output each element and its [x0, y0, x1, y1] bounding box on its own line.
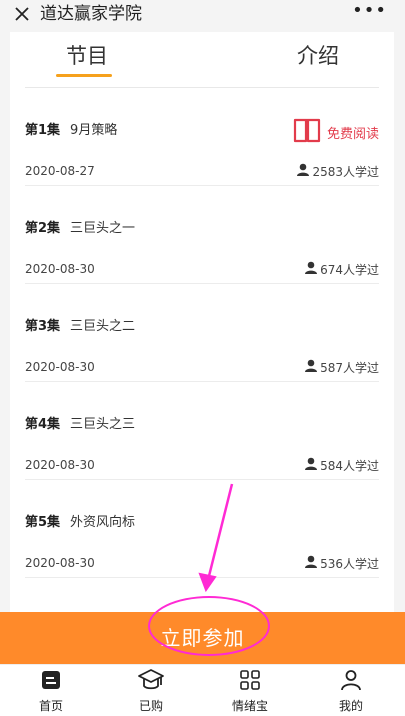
- app-title: 道达赢家学院: [40, 4, 142, 24]
- episode-title: 第2集 三巨头之一: [25, 220, 135, 238]
- episode-title: 第5集 外资风向标: [25, 514, 135, 532]
- person-icon: [304, 555, 320, 572]
- episode-date: 2020-08-30: [25, 556, 95, 570]
- episode-title: 第1集 9月策略: [25, 122, 117, 140]
- episode-date: 2020-08-27: [25, 164, 95, 178]
- nav-purchased[interactable]: 已购: [116, 669, 186, 714]
- nav-mine-label: 我的: [338, 699, 363, 713]
- nav-home[interactable]: 首页: [16, 669, 86, 714]
- episode-number: 第3集: [25, 319, 61, 334]
- book-icon: [293, 117, 327, 147]
- episode-row-2[interactable]: 第2集 三巨头之一 2020-08-30 674人学过: [25, 186, 379, 284]
- learner-count: 2583人学过: [296, 163, 379, 180]
- episode-title: 第4集 三巨头之三: [25, 416, 135, 434]
- nav-emotion[interactable]: 情绪宝: [215, 669, 285, 714]
- episode-name: 三巨头之一: [70, 221, 136, 236]
- bottom-nav: 首页 已购 情绪宝 我的: [0, 664, 405, 716]
- learner-count-text: 584人学过: [320, 458, 379, 473]
- nav-purchased-label: 已购: [138, 699, 163, 713]
- more-icon[interactable]: •••: [352, 2, 387, 20]
- episode-number: 第5集: [25, 515, 61, 530]
- home-icon: [39, 668, 63, 695]
- person-icon: [304, 359, 320, 376]
- nav-home-label: 首页: [38, 699, 63, 713]
- learner-count: 674人学过: [304, 261, 379, 278]
- nav-emotion-label: 情绪宝: [231, 699, 268, 713]
- content-card: 节目 介绍 第1集 9月策略 免费阅读 2020-08-27 2583人学过 第2…: [10, 32, 394, 612]
- top-bar: 道达赢家学院 •••: [0, 0, 405, 32]
- close-icon[interactable]: [11, 3, 33, 25]
- learner-count-text: 674人学过: [320, 262, 379, 277]
- person-icon: [296, 163, 312, 180]
- person-icon: [304, 261, 320, 278]
- learner-count: 536人学过: [304, 555, 379, 572]
- episode-number: 第4集: [25, 417, 61, 432]
- episode-date: 2020-08-30: [25, 458, 95, 472]
- free-read-label: 免费阅读: [326, 126, 379, 142]
- tab-programs[interactable]: 节目: [66, 43, 108, 69]
- page-gutter-right: [394, 32, 405, 612]
- tab-introduction[interactable]: 介绍: [297, 43, 339, 69]
- join-now-button[interactable]: 立即参加: [0, 612, 405, 664]
- tab-bar: 节目 介绍: [10, 32, 394, 88]
- nav-mine[interactable]: 我的: [316, 669, 386, 714]
- episode-row-5[interactable]: 第5集 外资风向标 2020-08-30 536人学过: [25, 480, 379, 578]
- episode-name: 三巨头之二: [70, 319, 136, 334]
- episode-name: 外资风向标: [70, 515, 136, 530]
- episode-title: 第3集 三巨头之二: [25, 318, 135, 336]
- episode-date: 2020-08-30: [25, 360, 95, 374]
- learner-count-text: 587人学过: [320, 360, 379, 375]
- person-icon: [304, 457, 320, 474]
- learner-count: 587人学过: [304, 359, 379, 376]
- episode-name: 9月策略: [70, 123, 118, 138]
- user-icon: [339, 668, 363, 695]
- page-gutter-left: [0, 32, 10, 612]
- episode-name: 三巨头之三: [70, 417, 136, 432]
- join-now-label: 立即参加: [160, 625, 245, 650]
- graduation-cap-icon: [137, 668, 165, 695]
- learner-count: 584人学过: [304, 457, 379, 474]
- episode-row-4[interactable]: 第4集 三巨头之三 2020-08-30 584人学过: [25, 382, 379, 480]
- episode-row-3[interactable]: 第3集 三巨头之二 2020-08-30 587人学过: [25, 284, 379, 382]
- active-tab-indicator: [56, 74, 112, 77]
- episode-date: 2020-08-30: [25, 262, 95, 276]
- episode-number: 第2集: [25, 221, 61, 236]
- episode-row-1[interactable]: 第1集 9月策略 免费阅读 2020-08-27 2583人学过: [25, 88, 379, 186]
- learner-count-text: 536人学过: [320, 556, 379, 571]
- learner-count-text: 2583人学过: [312, 164, 379, 179]
- grid-icon: [238, 668, 262, 695]
- episode-number: 第1集: [25, 123, 61, 138]
- free-read-button[interactable]: 免费阅读: [293, 117, 379, 147]
